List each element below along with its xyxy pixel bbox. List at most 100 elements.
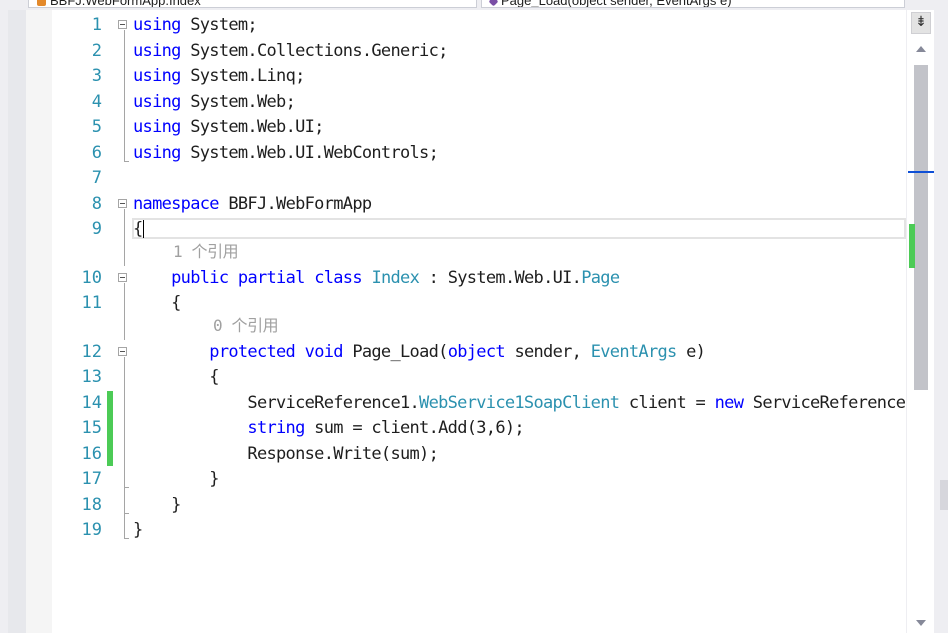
line-number: 3 [91, 66, 102, 86]
indicator-margin [8, 10, 26, 633]
code-line[interactable]: using System.Web.UI.WebControls; [133, 142, 439, 163]
line-number: 14 [81, 392, 102, 413]
keyword-token: namespace [133, 193, 220, 214]
code-token: System.Web.UI; [180, 117, 324, 137]
line-number: 5 [91, 117, 102, 137]
line-number: 4 [91, 91, 102, 112]
collapse-toggle-icon[interactable] [118, 272, 127, 282]
line-number: 16 [81, 443, 102, 464]
line-number: 8 [91, 193, 102, 214]
line-number: 9 [91, 219, 102, 239]
collapse-toggle-icon[interactable] [118, 20, 127, 29]
line-number: 15 [81, 418, 102, 438]
keyword-token: void [304, 341, 344, 362]
code-token: : System.Web.UI. [419, 267, 582, 288]
code-line[interactable]: } [133, 495, 181, 515]
line-number: 2 [91, 40, 102, 61]
code-line[interactable]: using System.Web.UI; [133, 117, 324, 137]
line-number: 18 [81, 494, 102, 515]
line-number: 19 [81, 520, 102, 540]
member-dropdown[interactable]: Page_Load(object sender, EventArgs e) [481, 0, 905, 8]
change-marker-map [909, 224, 915, 268]
line-number: 6 [91, 142, 102, 163]
code-token: { [133, 367, 219, 387]
code-line[interactable]: } [133, 469, 219, 489]
codelens-method-references[interactable]: 0 个引用 [213, 316, 279, 336]
type-dropdown[interactable]: BBFJ.WebFormApp.Index [28, 0, 477, 8]
code-token: Page_Load( [342, 341, 448, 362]
editor-left-frame [0, 10, 26, 633]
code-line[interactable]: { [133, 219, 143, 239]
code-token: System.Linq; [180, 66, 305, 86]
selection-margin[interactable] [26, 10, 52, 633]
keyword-token: using [133, 91, 181, 112]
code-line[interactable]: { [133, 293, 181, 313]
line-number: 12 [81, 341, 102, 362]
navigation-bar: BBFJ.WebFormApp.Index Page_Load(object s… [0, 0, 948, 10]
keyword-token: new [714, 392, 744, 413]
code-token: ServiceReference1.WebService1SoapClient(… [752, 392, 906, 413]
code-token: System.Collections.Generic; [180, 40, 448, 61]
code-token: } [133, 469, 219, 489]
type-token: Page [581, 267, 620, 288]
code-token: Response.Write(sum); [133, 443, 439, 464]
outline-end-tick [124, 538, 129, 539]
scroll-down-arrow-icon[interactable] [916, 620, 926, 626]
outline-end-tick [124, 160, 129, 162]
code-line[interactable]: using System.Web; [133, 91, 296, 112]
namespace-outline [124, 208, 125, 266]
code-token: BBFJ.WebFormApp [218, 193, 372, 214]
line-number: 11 [81, 293, 102, 313]
line-number: 10 [81, 267, 102, 288]
vertical-scrollbar[interactable]: ⇟ [906, 10, 935, 633]
codelens-class-references[interactable]: 1 个引用 [173, 242, 239, 262]
method-outline [124, 356, 125, 487]
code-line[interactable]: protected void Page_Load(object sender, … [133, 341, 706, 362]
method-icon [488, 0, 499, 7]
class-icon [37, 0, 46, 7]
keyword-token: using [133, 40, 181, 61]
collapse-toggle-icon[interactable] [118, 198, 127, 208]
code-line[interactable]: } [133, 520, 143, 540]
code-editor[interactable]: 1 using System; 2 using System.Collections.… [52, 10, 906, 633]
code-line[interactable]: public partial class Index : System.Web.… [133, 267, 620, 288]
line-number: 17 [81, 469, 102, 489]
code-token: System.Web.UI.WebControls; [180, 142, 439, 163]
frame-handle [940, 480, 948, 510]
collapse-toggle-icon[interactable] [118, 346, 127, 356]
code-line[interactable]: { [133, 367, 219, 387]
keyword-token: object [447, 341, 506, 362]
caret-position-marker [908, 171, 934, 173]
class-outline-end [124, 487, 125, 513]
keyword-token: class [314, 267, 362, 288]
keyword-token: partial [237, 267, 305, 288]
code-token: } [133, 520, 143, 540]
code-line[interactable]: ServiceReference1.WebService1SoapClient … [133, 393, 906, 413]
scroll-up-arrow-icon[interactable] [916, 46, 926, 52]
class-outline [124, 282, 125, 340]
code-line[interactable]: string sum = client.Add(3,6); [133, 418, 524, 438]
member-dropdown-label: Page_Load(object sender, EventArgs e) [501, 0, 732, 8]
code-token: ServiceReference1. [133, 392, 420, 413]
code-line[interactable]: using System.Linq; [133, 66, 305, 86]
code-token: client = [619, 392, 715, 413]
code-line[interactable]: namespace BBFJ.WebFormApp [133, 193, 372, 214]
type-token: Index [371, 267, 420, 288]
type-token: WebService1SoapClient [419, 392, 620, 413]
line-number: 13 [81, 367, 102, 387]
code-line[interactable]: using System; [133, 15, 258, 35]
line-number: 7 [91, 168, 102, 188]
editor-right-frame [934, 10, 948, 633]
split-window-icon[interactable]: ⇟ [911, 12, 931, 34]
type-token: EventArgs [590, 341, 678, 362]
code-line[interactable]: using System.Collections.Generic; [133, 41, 448, 61]
code-line[interactable]: Response.Write(sum); [133, 444, 438, 464]
keyword-token: string [247, 418, 305, 438]
text-caret [143, 220, 144, 238]
scroll-thumb[interactable] [914, 65, 928, 390]
